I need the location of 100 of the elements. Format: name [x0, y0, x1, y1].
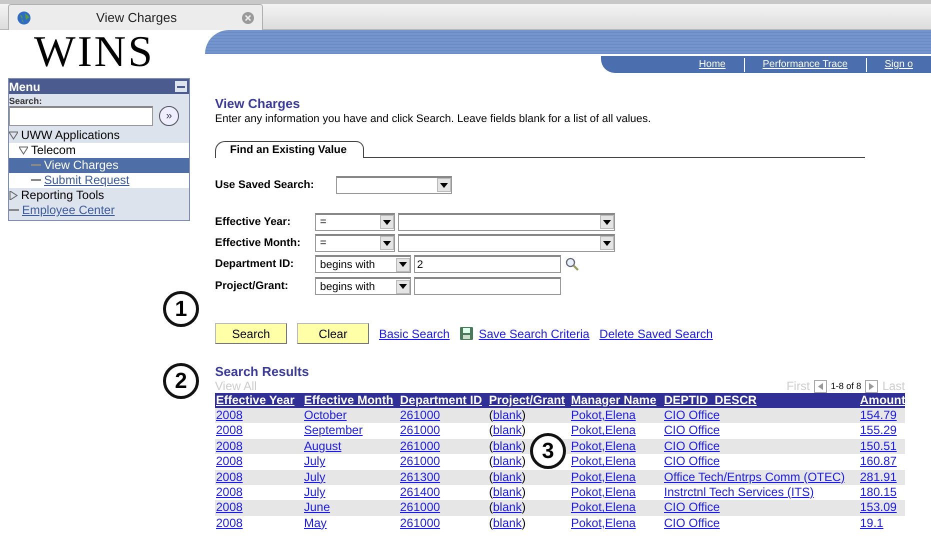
operator-select[interactable]: begins with — [315, 277, 411, 295]
search-icon[interactable] — [565, 257, 579, 271]
cell-link[interactable]: blank — [493, 470, 522, 484]
globe-icon — [17, 10, 31, 24]
nav-link[interactable]: Sign o — [866, 58, 931, 72]
menu-item[interactable]: UWW Applications — [9, 128, 189, 143]
cell-link[interactable]: Pokot,Elena — [571, 484, 636, 499]
input-field[interactable]: 2 — [414, 255, 561, 273]
cell-link[interactable]: CIO Office — [664, 516, 720, 530]
cell-link[interactable]: Pokot,Elena — [571, 423, 636, 438]
nav-link[interactable]: Performance Trace — [744, 58, 866, 72]
cell-link[interactable]: 261000 — [400, 500, 440, 514]
cell-link[interactable]: blank — [493, 500, 522, 514]
column-header[interactable]: Manager Name — [570, 393, 663, 408]
cell-link[interactable]: July — [304, 484, 326, 499]
cell-link[interactable]: August — [304, 438, 342, 453]
cell-link[interactable]: blank — [493, 423, 522, 438]
cell-link[interactable]: 155.29 — [860, 423, 897, 438]
cell-link[interactable]: 261000 — [400, 423, 440, 438]
action-button[interactable]: Search — [215, 323, 287, 344]
cell-link[interactable]: 2008 — [216, 454, 243, 468]
collapse-icon[interactable] — [175, 81, 187, 92]
action-button[interactable]: Clear — [297, 323, 369, 344]
value-select[interactable] — [398, 212, 615, 230]
cell-link[interactable]: CIO Office — [664, 408, 720, 422]
cell-link[interactable]: blank — [493, 516, 522, 530]
cell-link[interactable]: blank — [493, 454, 522, 468]
cell-link[interactable]: 2008 — [216, 438, 243, 453]
action-link[interactable]: Basic Search — [379, 326, 450, 340]
operator-select[interactable]: = — [315, 234, 395, 252]
menu-item[interactable]: Telecom — [9, 143, 189, 158]
cell-link[interactable]: 160.87 — [860, 454, 897, 468]
cell-link[interactable]: CIO Office — [664, 500, 720, 514]
cell-link[interactable]: 261000 — [400, 438, 440, 453]
cell-link[interactable]: 281.91 — [860, 470, 897, 484]
column-header[interactable]: Department ID — [399, 393, 488, 408]
cell-link[interactable]: 2008 — [216, 484, 243, 499]
cell-link[interactable]: 261000 — [400, 516, 440, 530]
cell-link[interactable]: July — [304, 454, 326, 468]
caret-icon — [437, 178, 451, 192]
column-header[interactable]: Amount — [859, 393, 905, 408]
cell-link[interactable]: 261300 — [400, 470, 440, 484]
cell-link[interactable]: June — [304, 500, 330, 514]
tab[interactable]: Find an Existing Value — [215, 141, 364, 158]
value-select[interactable] — [398, 234, 615, 252]
cell-link[interactable]: CIO Office — [664, 438, 720, 453]
column-header[interactable]: Project/Grant — [488, 393, 570, 408]
cell-link[interactable]: Pokot,Elena — [571, 470, 636, 484]
operator-select[interactable]: begins with — [315, 255, 411, 273]
cell-link[interactable]: 19.1 — [860, 516, 884, 530]
operator-select[interactable]: = — [315, 212, 395, 230]
cell-link[interactable]: blank — [493, 438, 522, 453]
cell-link[interactable]: 154.79 — [860, 408, 897, 422]
action-link[interactable]: Delete Saved Search — [599, 326, 713, 340]
menu-item[interactable]: Submit Request — [9, 173, 189, 188]
cell-link[interactable]: May — [304, 516, 327, 530]
input-field[interactable] — [414, 277, 561, 295]
cell-link[interactable]: Pokot,Elena — [571, 408, 636, 422]
collapsed-icon[interactable] — [9, 191, 18, 200]
action-link[interactable]: Save Search Criteria — [478, 326, 590, 340]
cell-link[interactable]: Pokot,Elena — [571, 438, 636, 453]
cell-link[interactable]: 2008 — [216, 500, 243, 514]
cell-link[interactable]: 2008 — [216, 423, 243, 438]
cell-link[interactable]: 180.15 — [860, 484, 897, 499]
cell-link[interactable]: July — [304, 470, 326, 484]
column-header[interactable]: DEPTID_DESCR — [663, 393, 859, 408]
cell-link[interactable]: CIO Office — [664, 423, 720, 438]
cell-link[interactable]: 150.51 — [860, 438, 897, 453]
cell-link[interactable]: CIO Office — [664, 454, 720, 468]
nav-link[interactable]: Home — [680, 58, 744, 72]
search-field[interactable] — [9, 106, 153, 126]
cell-link[interactable]: 2008 — [216, 470, 243, 484]
go-button[interactable]: » — [159, 106, 179, 126]
cell-link[interactable]: 261000 — [400, 408, 440, 422]
cell-link[interactable]: blank — [493, 408, 522, 422]
cell-link[interactable]: Office Tech/Entrps Comm (OTEC) — [664, 470, 845, 484]
column-header[interactable]: Effective Year — [215, 393, 303, 408]
menu-item[interactable]: Reporting Tools — [9, 188, 189, 203]
close-icon[interactable] — [242, 12, 254, 24]
field-label: Use Saved Search: — [215, 178, 316, 190]
saved-search-select[interactable] — [336, 176, 452, 194]
browser-tab[interactable]: View Charges — [8, 4, 263, 30]
cell-link[interactable]: 261000 — [400, 454, 440, 468]
cell-link[interactable]: Pokot,Elena — [571, 500, 636, 514]
cell-link[interactable]: Pokot,Elena — [571, 454, 636, 468]
cell-link[interactable]: 2008 — [216, 408, 243, 422]
cell-link[interactable]: 261400 — [400, 484, 440, 499]
menu-item[interactable]: Employee Center — [9, 203, 189, 218]
cell-link[interactable]: 2008 — [216, 516, 243, 530]
cell-link[interactable]: blank — [493, 484, 522, 499]
cell-link[interactable]: 153.09 — [860, 500, 897, 514]
cell-link[interactable]: September — [304, 423, 363, 438]
menu-item[interactable]: View Charges — [9, 158, 189, 173]
cell-link[interactable]: October — [304, 408, 347, 422]
field-label: Department ID: — [215, 258, 295, 270]
previous-icon[interactable] — [814, 380, 827, 392]
cell-link[interactable]: Instrctnl Tech Services (ITS) — [664, 484, 814, 499]
next-icon[interactable] — [865, 380, 878, 392]
cell-link[interactable]: Pokot,Elena — [571, 516, 636, 530]
column-header[interactable]: Effective Month — [303, 393, 399, 408]
